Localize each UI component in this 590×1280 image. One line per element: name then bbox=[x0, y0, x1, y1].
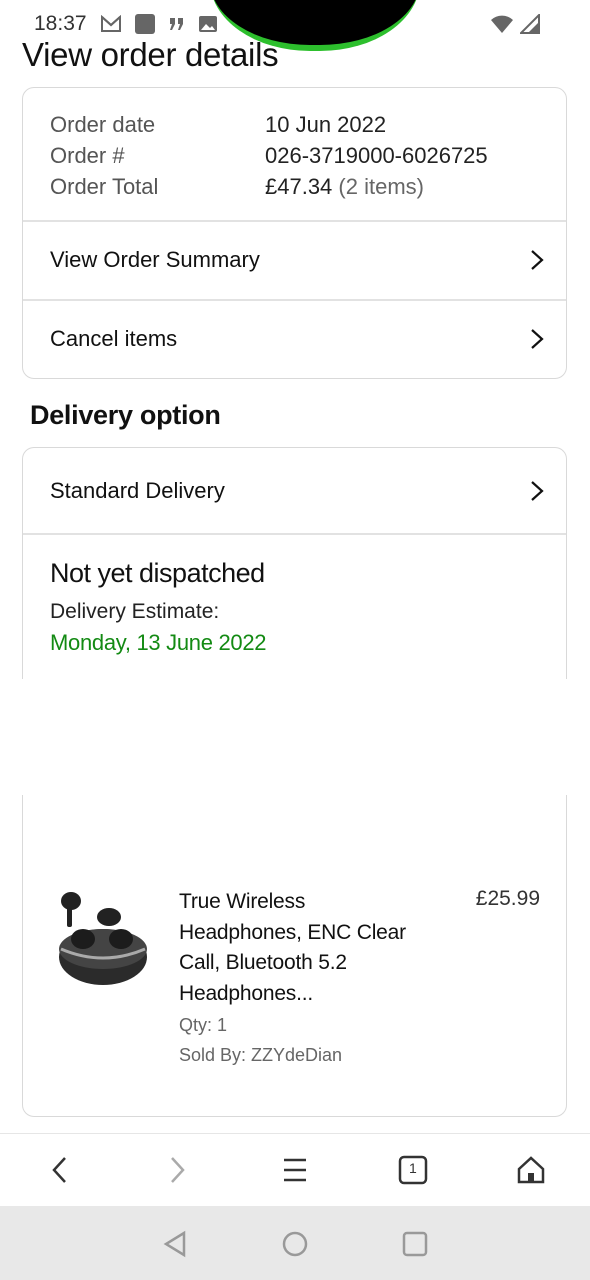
back-button[interactable] bbox=[40, 1150, 80, 1190]
forward-button[interactable] bbox=[157, 1150, 197, 1190]
order-date-label: Order date bbox=[50, 112, 156, 137]
page-title: View order details bbox=[22, 36, 279, 73]
back-icon bbox=[52, 1157, 66, 1183]
order-total-label: Order Total bbox=[50, 174, 159, 199]
chevron-right-icon bbox=[531, 250, 544, 270]
order-number-label: Order # bbox=[50, 143, 125, 168]
forward-icon bbox=[171, 1157, 185, 1183]
tab-count: 1 bbox=[409, 1160, 417, 1176]
order-total-value: £47.34 bbox=[265, 174, 333, 199]
wifi-icon bbox=[490, 14, 514, 39]
system-back-button[interactable] bbox=[160, 1229, 190, 1259]
view-order-summary-label: View Order Summary bbox=[50, 247, 260, 272]
chevron-right-icon bbox=[531, 329, 544, 349]
standard-delivery-label: Standard Delivery bbox=[50, 478, 225, 503]
home-icon bbox=[517, 1156, 545, 1184]
delivery-option-heading: Delivery option bbox=[30, 400, 221, 430]
system-navigation-bar bbox=[0, 1206, 590, 1280]
order-details-card: Order date 10 Jun 2022 Order # 026-37190… bbox=[22, 87, 567, 379]
chevron-right-icon bbox=[531, 481, 544, 501]
order-number-value: 026-3719000-6026725 bbox=[265, 143, 488, 168]
quote-icon bbox=[168, 16, 186, 37]
status-time: 18:37 bbox=[34, 12, 87, 35]
nav-back-icon bbox=[163, 1230, 186, 1258]
order-date-value: 10 Jun 2022 bbox=[265, 112, 387, 137]
order-total-items: (2 items) bbox=[338, 174, 424, 199]
product-price: £25.99 bbox=[475, 887, 540, 910]
product-image[interactable] bbox=[53, 887, 153, 992]
browser-toolbar: 1 bbox=[0, 1133, 590, 1207]
delivery-estimate-label: Delivery Estimate: bbox=[50, 600, 220, 623]
system-recents-button[interactable] bbox=[400, 1229, 430, 1259]
status-icons-right bbox=[490, 12, 540, 39]
order-item-card: True Wireless Headphones, ENC Clear Call… bbox=[22, 795, 567, 1117]
signal-icon bbox=[518, 12, 540, 39]
image-icon bbox=[198, 15, 218, 38]
product-seller: Sold By: ZZYdeDian bbox=[179, 1045, 343, 1065]
product-name[interactable]: True Wireless Headphones, ENC Clear Call… bbox=[179, 887, 409, 1009]
view-order-summary-link[interactable]: View Order Summary bbox=[23, 221, 566, 299]
order-total-value-group: £47.34 (2 items) bbox=[265, 174, 424, 200]
menu-button[interactable] bbox=[275, 1150, 315, 1190]
nav-home-icon bbox=[282, 1231, 308, 1257]
system-home-button[interactable] bbox=[280, 1229, 310, 1259]
divider bbox=[23, 533, 566, 535]
cancel-items-link[interactable]: Cancel items bbox=[23, 300, 566, 378]
dispatch-status: Not yet dispatched bbox=[50, 558, 265, 588]
tabs-button[interactable]: 1 bbox=[393, 1150, 433, 1190]
home-button[interactable] bbox=[511, 1150, 551, 1190]
standard-delivery-link[interactable]: Standard Delivery bbox=[23, 450, 566, 532]
product-quantity: Qty: 1 bbox=[179, 1015, 228, 1035]
delivery-card: Standard Delivery Not yet dispatched Del… bbox=[22, 447, 567, 679]
delivery-estimate-date: Monday, 13 June 2022 bbox=[50, 630, 267, 655]
nav-recents-icon bbox=[402, 1231, 428, 1257]
menu-icon bbox=[284, 1158, 306, 1182]
gmail-icon bbox=[100, 14, 122, 38]
cancel-items-label: Cancel items bbox=[50, 326, 178, 351]
